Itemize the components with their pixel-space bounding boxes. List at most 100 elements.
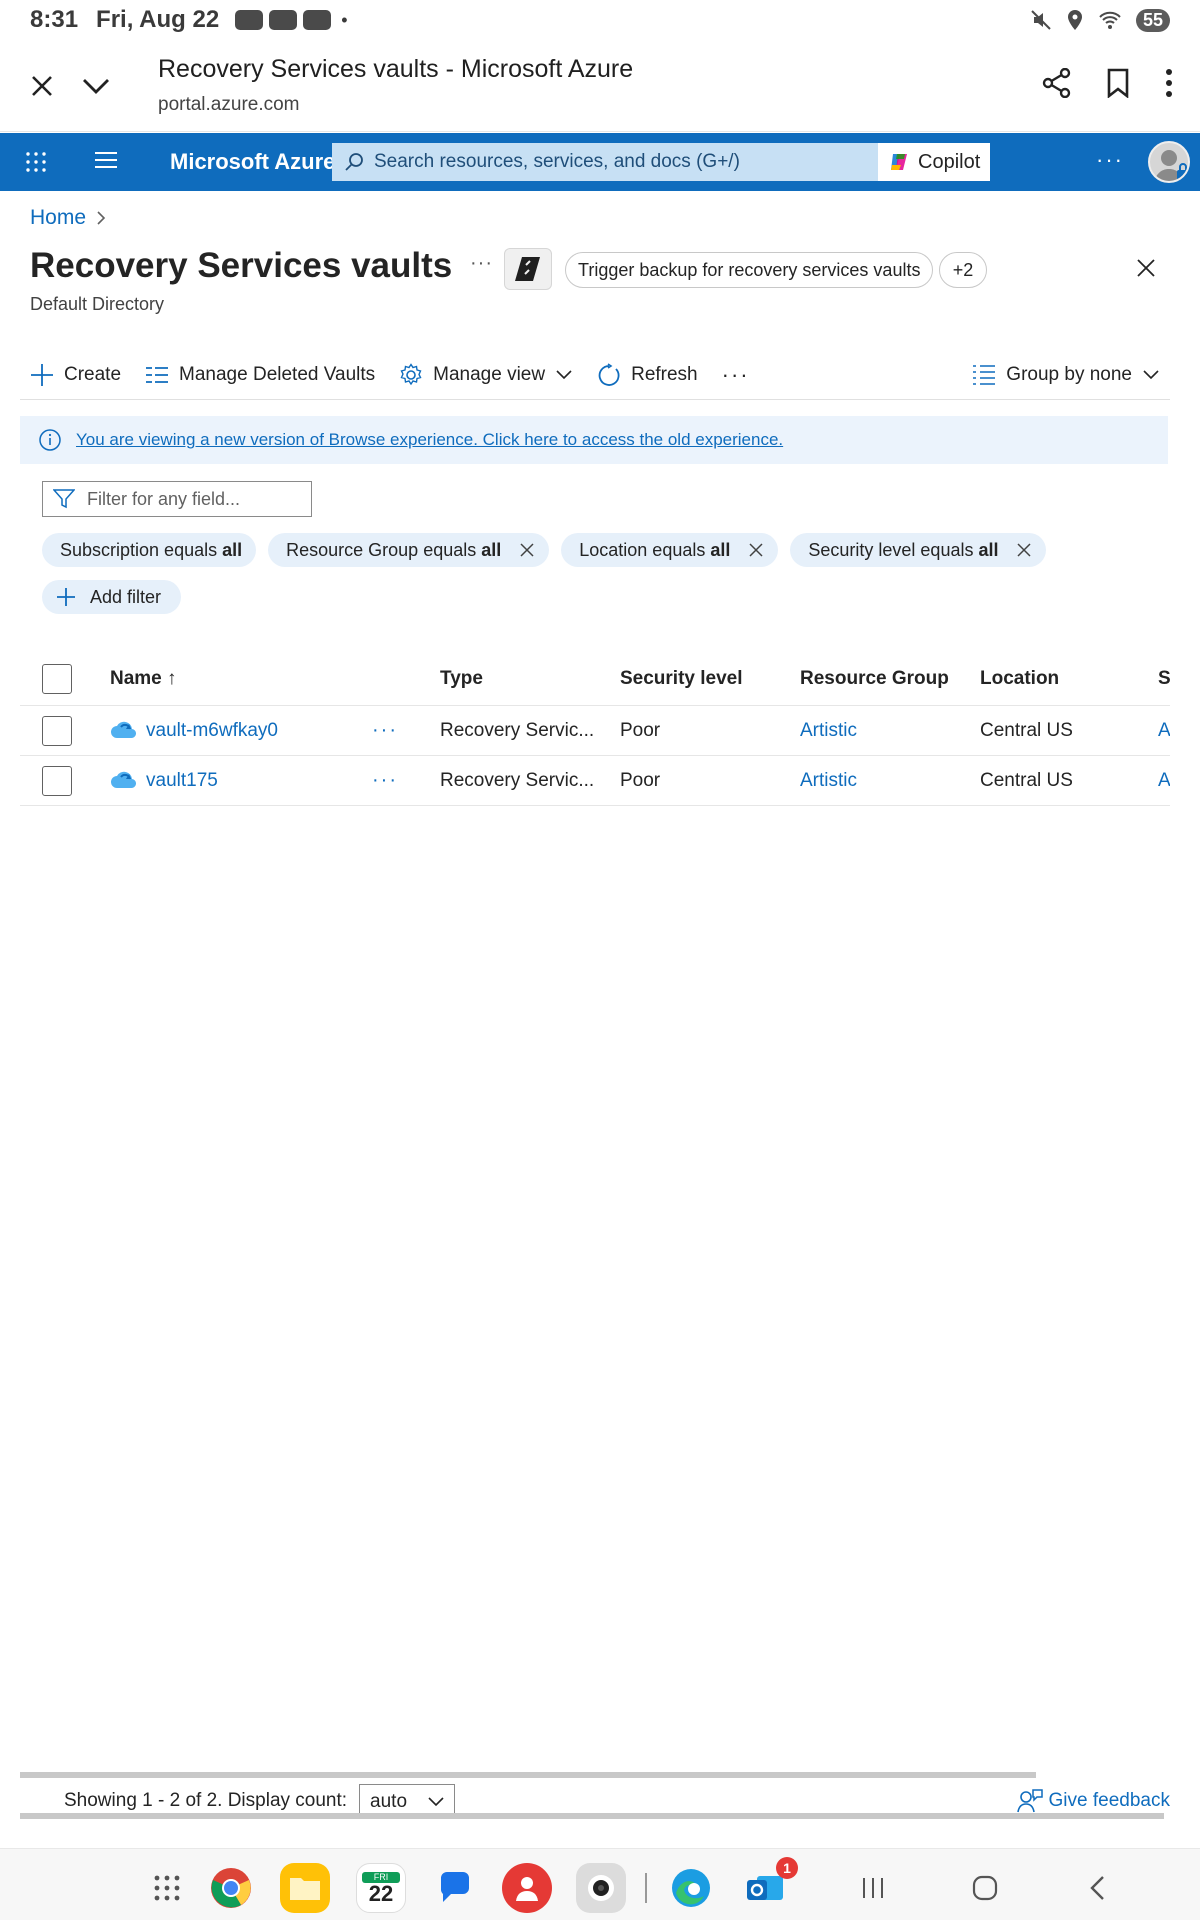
old-experience-link[interactable]: You are viewing a new version of Browse …	[76, 430, 783, 450]
horizontal-scrollbar[interactable]	[20, 1772, 1036, 1778]
select-all-cell	[42, 652, 72, 705]
app-launcher-button[interactable]	[24, 150, 48, 174]
outlook-app[interactable]: 1	[740, 1857, 798, 1913]
home-button[interactable]	[960, 1863, 1010, 1913]
name-cell: vault175	[110, 756, 410, 805]
chevron-right-icon	[97, 211, 106, 225]
app-drawer-button[interactable]	[142, 1863, 192, 1913]
filter-pill-security-level[interactable]: Security level equals all	[790, 533, 1047, 567]
filter-input[interactable]	[87, 488, 297, 510]
row-more-button[interactable]: ···	[372, 706, 398, 755]
copilot-button[interactable]: Copilot	[878, 143, 990, 181]
folder-icon	[290, 1878, 320, 1900]
filter-box[interactable]	[42, 481, 312, 517]
remove-filter-button[interactable]	[519, 542, 535, 558]
filter-pill-text: Security level equals	[808, 539, 979, 560]
filter-pill-label: Location equals all	[579, 540, 730, 561]
group-by-button[interactable]: Group by none	[972, 364, 1160, 386]
chrome-app[interactable]	[206, 1863, 256, 1913]
calendar-day: 22	[368, 1880, 394, 1906]
more-commands-button[interactable]: ···	[722, 362, 750, 388]
azure-brand-link[interactable]: Microsoft Azure	[170, 149, 335, 175]
messages-app[interactable]	[430, 1863, 480, 1913]
add-filter-label: Add filter	[90, 586, 162, 607]
contacts-app[interactable]	[502, 1863, 552, 1913]
youtube-icon	[303, 10, 332, 30]
column-header-name[interactable]: Name ↑	[110, 652, 410, 705]
filter-pill-value: all	[222, 539, 243, 560]
copilot-label: Copilot	[918, 150, 981, 173]
column-header-resource-group[interactable]: Resource Group	[800, 652, 949, 705]
close-blade-button[interactable]	[1136, 258, 1156, 283]
row-checkbox[interactable]	[42, 765, 72, 796]
select-all-checkbox[interactable]	[42, 663, 72, 694]
column-header-type[interactable]: Type	[440, 652, 600, 705]
bookmark-icon	[1107, 68, 1129, 99]
browser-toolbar: Recovery Services vaults - Microsoft Azu…	[0, 40, 1200, 132]
back-button[interactable]	[1072, 1863, 1122, 1913]
recovery-vault-icon	[111, 771, 136, 788]
more-prompts-chip[interactable]: +2	[939, 252, 987, 288]
blade-subtitle: Default Directory	[30, 294, 165, 314]
minimize-tab-button[interactable]	[80, 70, 112, 102]
type-cell: Recovery Servic...	[440, 769, 595, 791]
browser-menu-button[interactable]	[1164, 68, 1174, 103]
table-row: vault-m6wfkay0 ··· Recovery Servic... Po…	[20, 706, 1170, 756]
subscription-link[interactable]: A	[1158, 756, 1170, 805]
group-by-label: Group by none	[1006, 363, 1132, 385]
manage-view-button[interactable]: Manage view	[399, 362, 573, 387]
close-tab-button[interactable]	[26, 70, 58, 102]
resource-name-link[interactable]: vault-m6wfkay0	[146, 720, 278, 742]
subscription-link[interactable]: A	[1158, 706, 1170, 755]
camera-app[interactable]	[576, 1863, 626, 1913]
filter-pill-location[interactable]: Location equals all	[561, 533, 779, 567]
resource-name-link[interactable]: vault175	[146, 770, 218, 792]
resource-grid: Name ↑ Type Security level Resource Grou…	[20, 652, 1170, 806]
horizontal-scrollbar-bottom[interactable]	[20, 1813, 1164, 1819]
portal-more-button[interactable]: ···	[1096, 147, 1124, 173]
manage-deleted-vaults-button[interactable]: Manage Deleted Vaults	[145, 364, 375, 386]
search-input[interactable]	[374, 151, 854, 173]
row-more-button[interactable]: ···	[372, 756, 398, 805]
row-select-cell	[42, 756, 72, 805]
create-label: Create	[64, 363, 122, 385]
remove-filter-button[interactable]	[748, 542, 764, 558]
refresh-button[interactable]: Refresh	[597, 362, 698, 387]
resource-group-link[interactable]: Artistic	[800, 706, 857, 755]
apps-grid-icon	[154, 1875, 180, 1901]
row-checkbox[interactable]	[42, 715, 72, 746]
add-filter-button[interactable]: Add filter	[42, 580, 182, 614]
remove-filter-button[interactable]	[1016, 542, 1032, 558]
prompt-suggestion-chip[interactable]: Trigger backup for recovery services vau…	[565, 252, 934, 288]
copilot-prompt-button[interactable]	[504, 248, 552, 290]
location-cell: Central US	[980, 769, 1073, 791]
portal-menu-button[interactable]	[94, 151, 118, 174]
give-feedback-link[interactable]: Give feedback	[1016, 1788, 1170, 1814]
camera-icon	[588, 1875, 614, 1901]
close-icon	[32, 75, 52, 96]
browser-actions	[1042, 67, 1174, 103]
edge-app[interactable]	[666, 1863, 716, 1913]
avatar[interactable]	[1148, 141, 1190, 183]
filter-pill-text: Location equals	[579, 539, 711, 560]
blade-more-button[interactable]: ···	[470, 252, 493, 275]
create-button[interactable]: Create	[30, 363, 121, 387]
recent-apps-button[interactable]	[848, 1863, 898, 1913]
column-header-subscription[interactable]: S	[1158, 652, 1170, 705]
bookmark-button[interactable]	[1106, 68, 1130, 103]
resource-group-link[interactable]: Artistic	[800, 756, 857, 805]
chevron-down-icon	[1143, 369, 1159, 379]
column-header-security-level[interactable]: Security level	[620, 652, 743, 705]
more-notifications-icon: •	[341, 9, 348, 30]
command-bar: Create Manage Deleted Vaults Manage view…	[20, 350, 1170, 400]
filter-pill-resource-group[interactable]: Resource Group equals all	[268, 533, 550, 567]
global-search[interactable]	[332, 143, 878, 181]
filter-pill-subscription[interactable]: Subscription equals all	[42, 533, 257, 567]
files-app[interactable]	[280, 1863, 330, 1913]
table-row: vault175 ··· Recovery Servic... Poor Art…	[20, 756, 1170, 806]
security-level-cell: Poor	[620, 719, 661, 741]
share-button[interactable]	[1042, 67, 1072, 103]
calendar-app[interactable]: FRI 22	[356, 1863, 406, 1913]
column-header-location[interactable]: Location	[980, 652, 1059, 705]
breadcrumb-home[interactable]: Home	[30, 206, 86, 230]
